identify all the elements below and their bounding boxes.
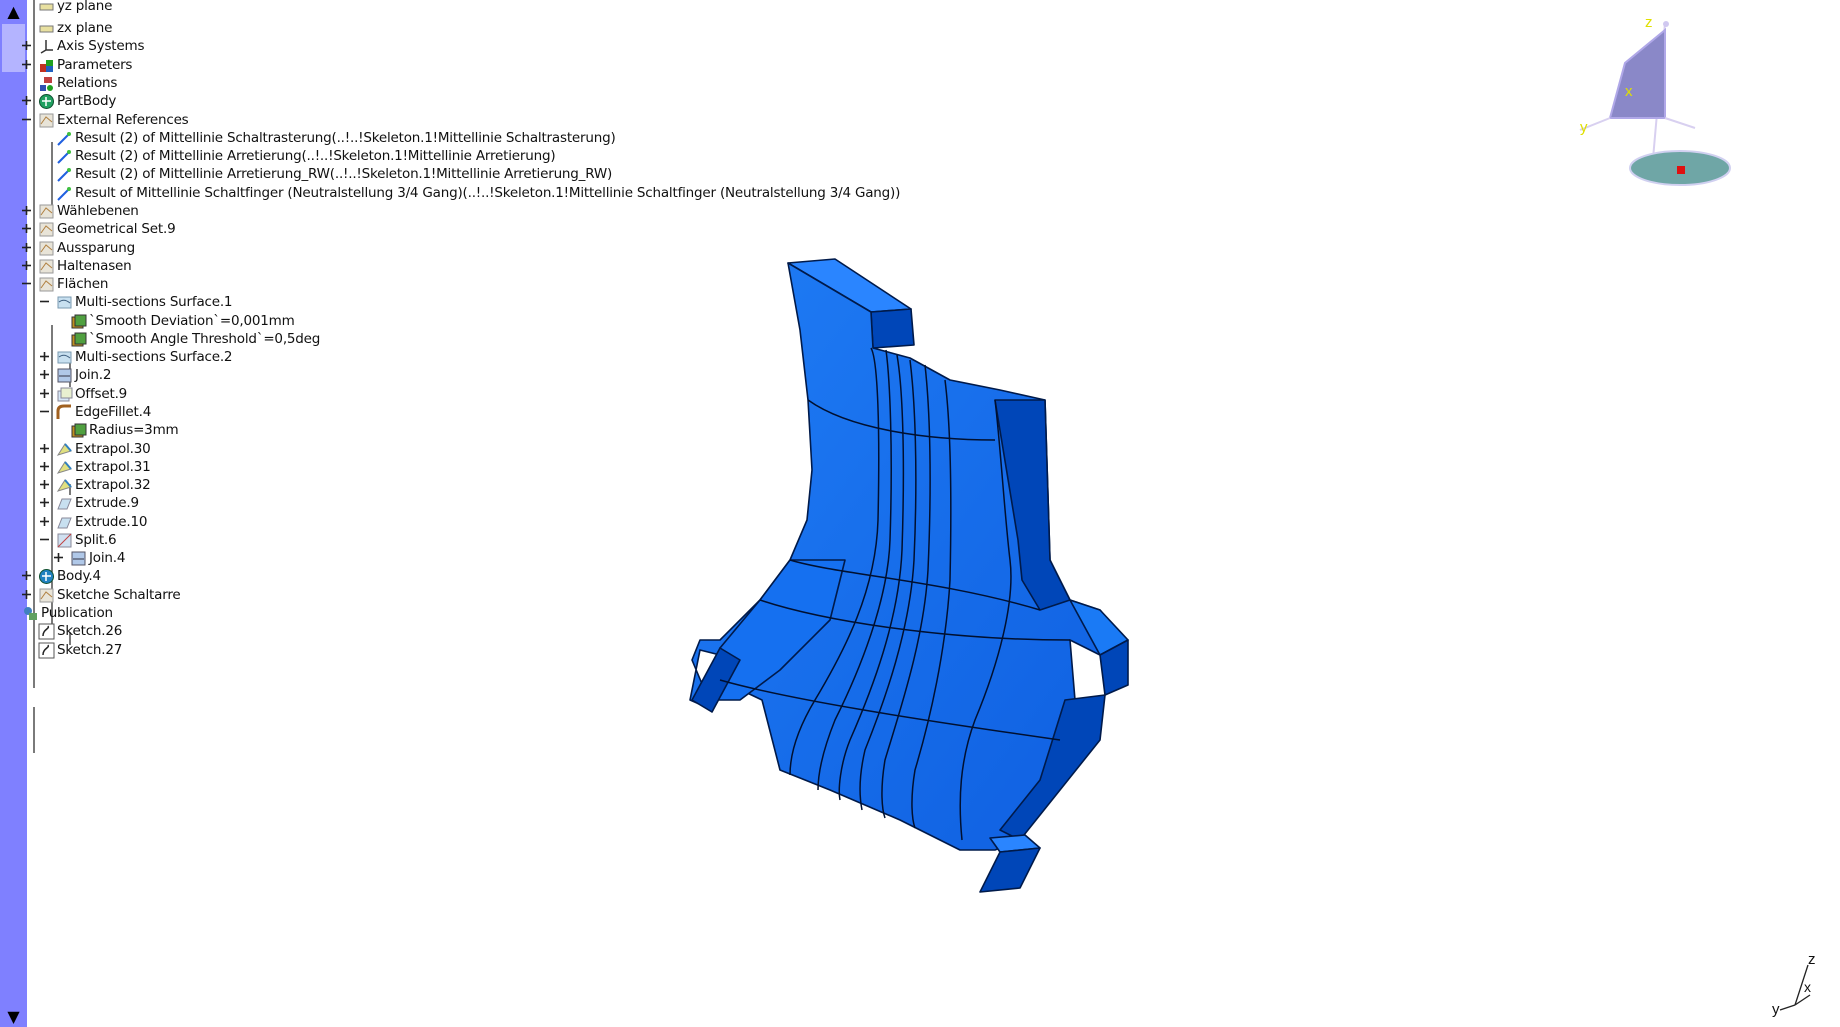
compass-z-handle[interactable] [1663,21,1669,27]
part-3d-view[interactable] [0,0,1840,1027]
compass-z-label: z [1645,14,1653,31]
compass-handle[interactable] [1677,166,1685,174]
compass-y-label: y [1580,119,1588,136]
catia-window: ▲ ▼ yz plane zx plane Axis Systems Paramete… [0,0,1840,1027]
compass-plane[interactable] [1608,27,1666,119]
mini-axis-y-label: y [1772,1001,1780,1018]
compass-x-label: x [1625,83,1633,100]
compass-widget[interactable]: z x y [1570,8,1740,193]
mini-axis-z-label: z [1808,951,1816,968]
view-axis-triad: z x y [1772,951,1816,1018]
compass-x-axis [1664,117,1696,129]
mini-axis-x-label: x [1804,979,1811,995]
